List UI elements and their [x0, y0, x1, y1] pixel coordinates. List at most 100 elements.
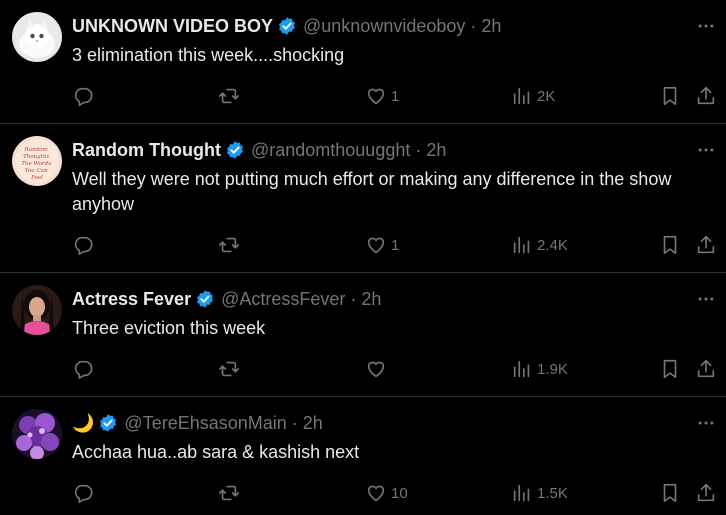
views-icon [513, 87, 530, 105]
tweet[interactable]: 🌙 @TereEhsasonMain · 2h Acchaa hua..ab s… [0, 397, 726, 515]
verified-badge-icon [197, 290, 213, 308]
tweet-header: UNKNOWN VIDEO BOY @unknownvideoboy · 2h [72, 14, 666, 38]
display-name[interactable]: Random Thought [72, 140, 221, 161]
timestamp[interactable]: 2h [303, 413, 323, 434]
bookmark-button[interactable] [659, 84, 681, 108]
tweet[interactable]: Actress Fever @ActressFever · 2h Three e… [0, 273, 726, 397]
separator-dot: · [470, 15, 477, 36]
avatar[interactable] [12, 12, 62, 62]
retweet-button[interactable] [217, 481, 245, 505]
share-button[interactable] [695, 233, 717, 257]
handle[interactable]: @unknownvideoboy [303, 16, 465, 37]
tweet-header: 🌙 @TereEhsasonMain · 2h [72, 411, 666, 435]
retweet-button[interactable] [217, 357, 245, 381]
display-name[interactable]: UNKNOWN VIDEO BOY [72, 16, 273, 37]
retweet-button[interactable] [217, 84, 245, 108]
avatar-text-line: The Words [21, 161, 51, 167]
like-icon [367, 361, 385, 378]
separator-dot: · [350, 288, 357, 309]
like-button[interactable]: 1 [365, 84, 399, 108]
bookmark-button[interactable] [659, 481, 681, 505]
reply-button[interactable] [72, 481, 98, 505]
views-icon [513, 236, 530, 254]
retweet-icon [219, 485, 239, 501]
handle[interactable]: @ActressFever [221, 289, 345, 310]
verified-badge-icon [100, 414, 117, 432]
tweet-text: Acchaa hua..ab sara & kashish next [72, 442, 360, 462]
views-button[interactable]: 1.5K [511, 481, 568, 505]
tweet-feed: UNKNOWN VIDEO BOY @unknownvideoboy · 2h … [0, 0, 726, 515]
handle[interactable]: @TereEhsasonMain [124, 413, 286, 434]
like-button[interactable] [365, 357, 391, 381]
retweet-button[interactable] [217, 233, 245, 257]
more-icon[interactable] [694, 411, 718, 435]
bookmark-button[interactable] [659, 233, 681, 257]
retweet-icon [219, 88, 239, 104]
handle[interactable]: @randomthouugght [251, 140, 410, 161]
reply-button[interactable] [72, 84, 98, 108]
bookmark-icon [663, 483, 677, 503]
views-button[interactable]: 2.4K [511, 233, 568, 257]
views-button[interactable]: 1.9K [511, 357, 568, 381]
share-icon [697, 235, 715, 254]
tweet-header: Random Thought @randomthouugght · 2h [72, 138, 666, 162]
retweet-icon [219, 361, 239, 377]
share-button[interactable] [695, 84, 717, 108]
views-icon [513, 484, 530, 502]
like-count: 10 [391, 484, 408, 502]
bookmark-icon [663, 235, 677, 255]
bookmark-button[interactable] [659, 357, 681, 381]
share-button[interactable] [695, 481, 717, 505]
bookmark-icon [663, 86, 677, 106]
separator-dot: · [291, 412, 298, 433]
more-icon[interactable] [694, 287, 718, 311]
avatar-text-line: Random [24, 147, 48, 153]
share-icon [697, 359, 715, 378]
like-icon [367, 88, 385, 105]
avatar[interactable] [12, 285, 62, 335]
view-count: 1.5K [537, 484, 568, 502]
reply-icon [74, 360, 93, 379]
action-bar: 10 1.5K [72, 481, 718, 505]
retweet-icon [219, 237, 239, 253]
display-name[interactable]: Actress Fever [72, 289, 191, 310]
view-count: 1.9K [537, 360, 568, 378]
verified-badge-icon [279, 17, 295, 35]
view-count: 2K [537, 87, 556, 105]
action-bar: 1 2.4K [72, 233, 718, 257]
verified-badge-icon [227, 141, 243, 159]
share-button[interactable] [695, 357, 717, 381]
avatar[interactable] [12, 409, 62, 459]
bookmark-icon [663, 359, 677, 379]
like-button[interactable]: 10 [365, 481, 408, 505]
views-button[interactable]: 2K [511, 84, 555, 108]
like-icon [367, 237, 385, 254]
timestamp[interactable]: 2h [426, 140, 446, 161]
tweet-header: Actress Fever @ActressFever · 2h [72, 287, 666, 311]
like-count: 1 [391, 236, 400, 254]
action-bar: 1 2K [72, 84, 718, 108]
reply-button[interactable] [72, 233, 98, 257]
tweet[interactable]: UNKNOWN VIDEO BOY @unknownvideoboy · 2h … [0, 0, 726, 124]
avatar[interactable]: Random Thoughts The Words You Can Feel [12, 136, 62, 186]
share-icon [697, 483, 715, 502]
tweet-text: Well they were not putting much effort o… [72, 169, 672, 214]
like-count: 1 [391, 87, 400, 105]
reply-icon [74, 484, 93, 503]
share-icon [697, 86, 715, 105]
more-icon[interactable] [694, 14, 718, 38]
avatar-text-line: You Can [25, 168, 48, 174]
action-bar: 1.9K [72, 357, 718, 381]
timestamp[interactable]: 2h [361, 289, 381, 310]
avatar-text-line: Feel [30, 175, 43, 181]
separator-dot: · [415, 139, 422, 160]
display-name[interactable]: 🌙 [72, 413, 94, 434]
tweet[interactable]: Random Thoughts The Words You Can Feel R… [0, 124, 726, 273]
tweet-text: 3 elimination this week....shocking [72, 45, 345, 65]
timestamp[interactable]: 2h [481, 16, 501, 37]
more-icon[interactable] [694, 138, 718, 162]
reply-button[interactable] [72, 357, 98, 381]
view-count: 2.4K [537, 236, 568, 254]
avatar-text-line: Thoughts [23, 154, 49, 160]
like-button[interactable]: 1 [365, 233, 399, 257]
